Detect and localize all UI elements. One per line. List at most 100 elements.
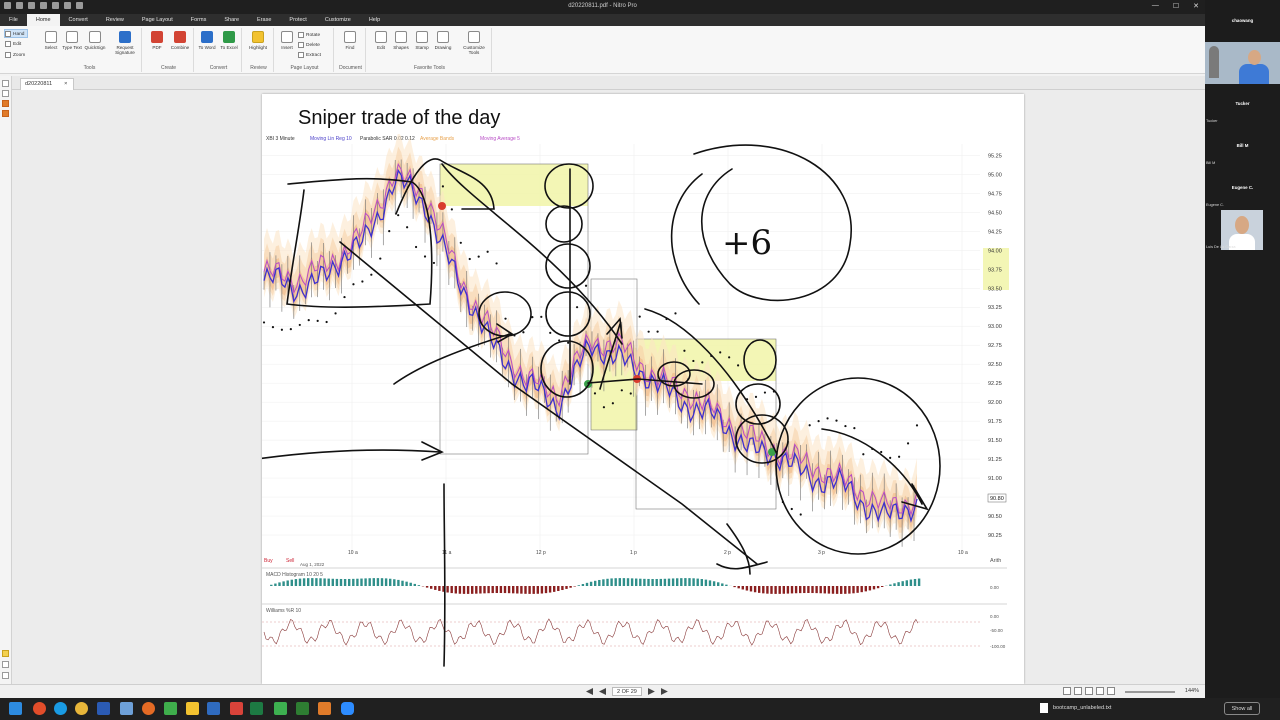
- sell-label[interactable]: Sell: [286, 558, 294, 564]
- excel-app-icon[interactable]: [250, 702, 263, 715]
- to-word-button[interactable]: To Word: [196, 31, 218, 50]
- brave-browser-icon[interactable]: [33, 702, 46, 715]
- pdf-button[interactable]: PDF: [146, 31, 168, 50]
- tab-customize[interactable]: Customize: [316, 14, 360, 26]
- tab-forms[interactable]: Forms: [182, 14, 216, 26]
- text-file-icon: [1040, 703, 1048, 713]
- comments-panel-icon[interactable]: [2, 110, 9, 117]
- participant-label: Luis De La Garza: [1206, 245, 1236, 249]
- buy-label[interactable]: Buy: [264, 558, 273, 564]
- zoom-level[interactable]: 144%: [1185, 688, 1199, 694]
- tab-review[interactable]: Review: [97, 14, 133, 26]
- highlight-button[interactable]: Highlight: [247, 31, 269, 50]
- app-icon[interactable]: [207, 702, 220, 715]
- word-app-icon[interactable]: [97, 702, 110, 715]
- shapes-button[interactable]: Shapes: [390, 31, 412, 50]
- drawing-button[interactable]: Drawing: [432, 31, 454, 50]
- show-all-button[interactable]: Show all: [1224, 702, 1260, 715]
- sar-dot: [906, 442, 910, 445]
- find-button[interactable]: Find: [339, 31, 361, 50]
- properties-panel-icon[interactable]: [2, 672, 9, 679]
- edit-tool[interactable]: Edit: [5, 40, 21, 49]
- single-page-view-icon[interactable]: [1063, 687, 1071, 695]
- pages-panel-icon[interactable]: [2, 80, 9, 87]
- macd-bar: [372, 578, 375, 586]
- zoom-app-icon[interactable]: [341, 702, 354, 715]
- participant-video[interactable]: [1205, 42, 1280, 84]
- delete-button[interactable]: Delete: [298, 41, 320, 50]
- fit-page-icon[interactable]: [1107, 687, 1115, 695]
- pdf-page: Sniper trade of the day XBI 3 Minute Mov…: [256, 94, 1024, 684]
- title-bar: d20220811.pdf - Nitro Pro — ☐ ✕: [0, 0, 1205, 14]
- trading-app-icon[interactable]: [296, 702, 309, 715]
- close-button[interactable]: ✕: [1193, 2, 1199, 10]
- minimize-button[interactable]: —: [1152, 2, 1159, 10]
- tab-erase[interactable]: Erase: [248, 14, 280, 26]
- tab-file[interactable]: File: [0, 14, 27, 26]
- insert-button[interactable]: Insert: [276, 31, 298, 50]
- fit-width-icon[interactable]: [1096, 687, 1104, 695]
- edge-browser-icon[interactable]: [54, 702, 67, 715]
- participant-tile[interactable]: Eugene C. Eugene C.: [1205, 180, 1280, 210]
- extract-icon: [298, 51, 304, 58]
- windows-start-icon[interactable]: [9, 702, 22, 715]
- tab-protect[interactable]: Protect: [280, 14, 315, 26]
- type-text-button[interactable]: Type Text: [61, 31, 83, 50]
- continuous-view-icon[interactable]: [1074, 687, 1082, 695]
- tab-home[interactable]: Home: [26, 14, 60, 26]
- sar-dot: [477, 255, 480, 258]
- tab-page-layout[interactable]: Page Layout: [133, 14, 182, 26]
- participant-tile[interactable]: Luis De La Garza: [1205, 240, 1280, 252]
- app-icon[interactable]: [230, 702, 243, 715]
- app-icon[interactable]: [120, 702, 133, 715]
- quicksign-button[interactable]: QuickSign: [84, 31, 106, 50]
- facing-view-icon[interactable]: [1085, 687, 1093, 695]
- stamp-button[interactable]: Stamp: [411, 31, 433, 50]
- arith-label[interactable]: Arith: [990, 558, 1001, 564]
- page-number-input[interactable]: 2 OF 29: [612, 687, 642, 696]
- select-button[interactable]: Select: [40, 31, 62, 50]
- document-tab[interactable]: d20220811 ×: [20, 78, 75, 90]
- rotate-button[interactable]: Rotate: [298, 31, 320, 40]
- customize-tools-button[interactable]: Customize Tools: [460, 31, 488, 55]
- notes-panel-icon[interactable]: [2, 650, 9, 657]
- file-explorer-icon[interactable]: [186, 702, 199, 715]
- document-view[interactable]: Sniper trade of the day XBI 3 Minute Mov…: [12, 90, 1205, 684]
- firefox-icon[interactable]: [142, 702, 155, 715]
- bookmarks-panel-icon[interactable]: [2, 90, 9, 97]
- close-tab-icon[interactable]: ×: [64, 79, 67, 90]
- participant-tile[interactable]: chaowang chaowang: [1205, 8, 1280, 47]
- sar-dot: [361, 280, 364, 283]
- maximize-button[interactable]: ☐: [1173, 2, 1179, 10]
- edit-button[interactable]: Edit: [370, 31, 392, 50]
- combine-button[interactable]: Combine: [169, 31, 191, 50]
- previous-page-icon[interactable]: [599, 688, 606, 695]
- tab-convert[interactable]: Convert: [60, 14, 97, 26]
- macd-bar: [553, 586, 556, 592]
- attachments-panel-icon[interactable]: [2, 100, 9, 107]
- tab-help[interactable]: Help: [360, 14, 389, 26]
- first-page-icon[interactable]: [586, 688, 593, 695]
- layers-panel-icon[interactable]: [2, 661, 9, 668]
- download-item[interactable]: bootcamp_unlabeled.txt: [1040, 703, 1111, 713]
- extract-button[interactable]: Extract: [298, 51, 321, 60]
- participant-tile[interactable]: Bill M Bill M: [1205, 138, 1280, 168]
- tab-share[interactable]: Share: [215, 14, 248, 26]
- participant-name: Bill M: [1236, 143, 1249, 148]
- zoom-slider[interactable]: [1125, 691, 1175, 693]
- request-signature-button[interactable]: Request Signature: [110, 31, 140, 55]
- hand-tool[interactable]: Hand: [4, 29, 29, 38]
- trading-app-icon[interactable]: [164, 702, 177, 715]
- macd-bar: [692, 578, 695, 586]
- macd-bar: [594, 580, 597, 586]
- chrome-browser-icon[interactable]: [75, 702, 88, 715]
- next-page-icon[interactable]: [647, 688, 655, 695]
- drawn-vertical-line: [443, 483, 446, 667]
- participant-tile[interactable]: Tucker Tucker: [1205, 96, 1280, 126]
- nitro-pro-icon[interactable]: [318, 702, 331, 715]
- zoom-tool[interactable]: Zoom: [5, 51, 25, 60]
- app-icon[interactable]: [274, 702, 287, 715]
- last-page-icon[interactable]: [660, 688, 668, 695]
- to-excel-button[interactable]: To Excel: [218, 31, 240, 50]
- participant-name: Eugene C.: [1231, 185, 1254, 190]
